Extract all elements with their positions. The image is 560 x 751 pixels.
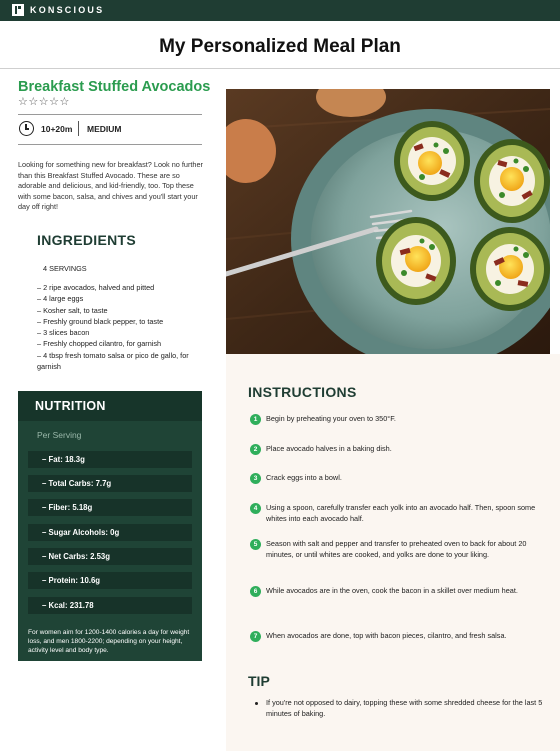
nutrition-row: – Fat: 18.3g: [28, 451, 192, 468]
ingredients-list: – 2 ripe avocados, halved and pitted – 4…: [37, 282, 207, 372]
nutrition-row: – Fiber: 5.18g: [28, 499, 192, 516]
ingredient-item: – 4 tbsp fresh tomato salsa or pico de g…: [37, 350, 189, 372]
nutrition-header: NUTRITION: [18, 391, 202, 421]
step-number: 1: [250, 414, 261, 425]
nutrition-row: – Kcal: 231.78: [28, 597, 192, 614]
ingredient-item: – Freshly ground black pepper, to taste: [37, 316, 164, 326]
instruction-step: 6 While avocados are in the oven, cook t…: [250, 586, 551, 597]
nutrition-row: – Sugar Alcohols: 0g: [28, 524, 192, 541]
instructions-heading: INSTRUCTIONS: [248, 384, 357, 400]
star-icon[interactable]: ☆: [39, 96, 49, 108]
divider: [18, 144, 202, 145]
instruction-step: 5 Season with salt and pepper and transf…: [250, 539, 551, 560]
ingredient-item: – 4 large eggs: [37, 294, 84, 304]
star-icon[interactable]: ☆: [60, 96, 70, 108]
nutrition-row: – Net Carbs: 2.53g: [28, 548, 192, 565]
ingredient-item: – 3 slices bacon: [37, 328, 90, 338]
ingredients-heading: INGREDIENTS: [37, 232, 136, 248]
step-number: 5: [250, 539, 261, 550]
nutrition-value: – Sugar Alcohols: 0g: [42, 528, 120, 537]
step-number: 4: [250, 503, 261, 514]
bullet-icon: [255, 702, 258, 705]
servings-label: 4 SERVINGS: [43, 264, 87, 273]
step-number: 6: [250, 586, 261, 597]
instruction-step: 4 Using a spoon, carefully transfer each…: [250, 503, 551, 524]
tip-text: If you're not opposed to dairy, topping …: [266, 698, 543, 718]
nutrition-value: – Total Carbs: 7.7g: [42, 479, 112, 488]
nutrition-value: – Protein: 10.6g: [42, 576, 101, 585]
step-text: When avocados are done, top with bacon p…: [266, 631, 507, 640]
nutrition-row: – Total Carbs: 7.7g: [28, 475, 192, 492]
top-bar: KONSCIOUS: [0, 0, 560, 21]
nutrition-value: – Kcal: 231.78: [42, 601, 94, 610]
instruction-step: 2 Place avocado halves in a baking dish.: [250, 444, 551, 455]
step-text: Place avocado halves in a baking dish.: [266, 444, 392, 453]
divider: [0, 68, 560, 69]
step-text: Season with salt and pepper and transfer…: [266, 539, 527, 559]
nutrition-value: – Net Carbs: 2.53g: [42, 552, 111, 561]
prep-time: 10+20m: [41, 124, 73, 134]
clock-icon: [19, 121, 34, 136]
star-icon[interactable]: ☆: [49, 96, 59, 108]
step-number: 7: [250, 631, 261, 642]
stuffed-avocados-illustration: [226, 89, 550, 354]
nutrition-row: – Protein: 10.6g: [28, 572, 192, 589]
per-serving-label: Per Serving: [37, 430, 82, 440]
recipe-intro: Looking for something new for breakfast?…: [18, 160, 203, 211]
nutrition-note: For women aim for 1200-1400 calories a d…: [28, 629, 190, 654]
step-number: 3: [250, 473, 261, 484]
difficulty-level: MEDIUM: [87, 124, 122, 134]
brand-name: KONSCIOUS: [30, 5, 105, 15]
star-icon[interactable]: ☆: [28, 96, 38, 108]
instruction-step: 1 Begin by preheating your oven to 350°F…: [250, 414, 551, 425]
nutrition-heading: NUTRITION: [35, 399, 106, 413]
ingredient-item: – Freshly chopped cilantro, for garnish: [37, 339, 162, 349]
recipe-title: Breakfast Stuffed Avocados: [18, 79, 211, 95]
tip-list: If you're not opposed to dairy, topping …: [255, 698, 550, 719]
logo-icon: [12, 4, 24, 16]
ingredient-item: – 2 ripe avocados, halved and pitted: [37, 283, 155, 292]
nutrition-panel: NUTRITION Per Serving – Fat: 18.3g – Tot…: [18, 391, 202, 661]
instruction-step: 3 Crack eggs into a bowl.: [250, 473, 551, 484]
divider: [18, 114, 202, 115]
star-rating[interactable]: ☆☆☆☆☆: [18, 95, 70, 108]
brand-logo[interactable]: KONSCIOUS: [12, 4, 104, 16]
step-text: Crack eggs into a bowl.: [266, 473, 342, 482]
star-icon[interactable]: ☆: [18, 96, 28, 108]
instruction-step: 7 When avocados are done, top with bacon…: [250, 631, 551, 642]
step-text: Begin by preheating your oven to 350°F.: [266, 414, 396, 423]
tip-heading: TIP: [248, 673, 270, 689]
step-text: Using a spoon, carefully transfer each y…: [266, 503, 536, 523]
nutrition-value: – Fiber: 5.18g: [42, 503, 93, 512]
recipe-photo: [226, 89, 550, 354]
page-title: My Personalized Meal Plan: [159, 36, 401, 57]
step-text: While avocados are in the oven, cook the…: [266, 586, 518, 595]
divider: [78, 121, 79, 136]
step-number: 2: [250, 444, 261, 455]
ingredient-item: – Kosher salt, to taste: [37, 305, 108, 315]
nutrition-value: – Fat: 18.3g: [42, 455, 85, 464]
